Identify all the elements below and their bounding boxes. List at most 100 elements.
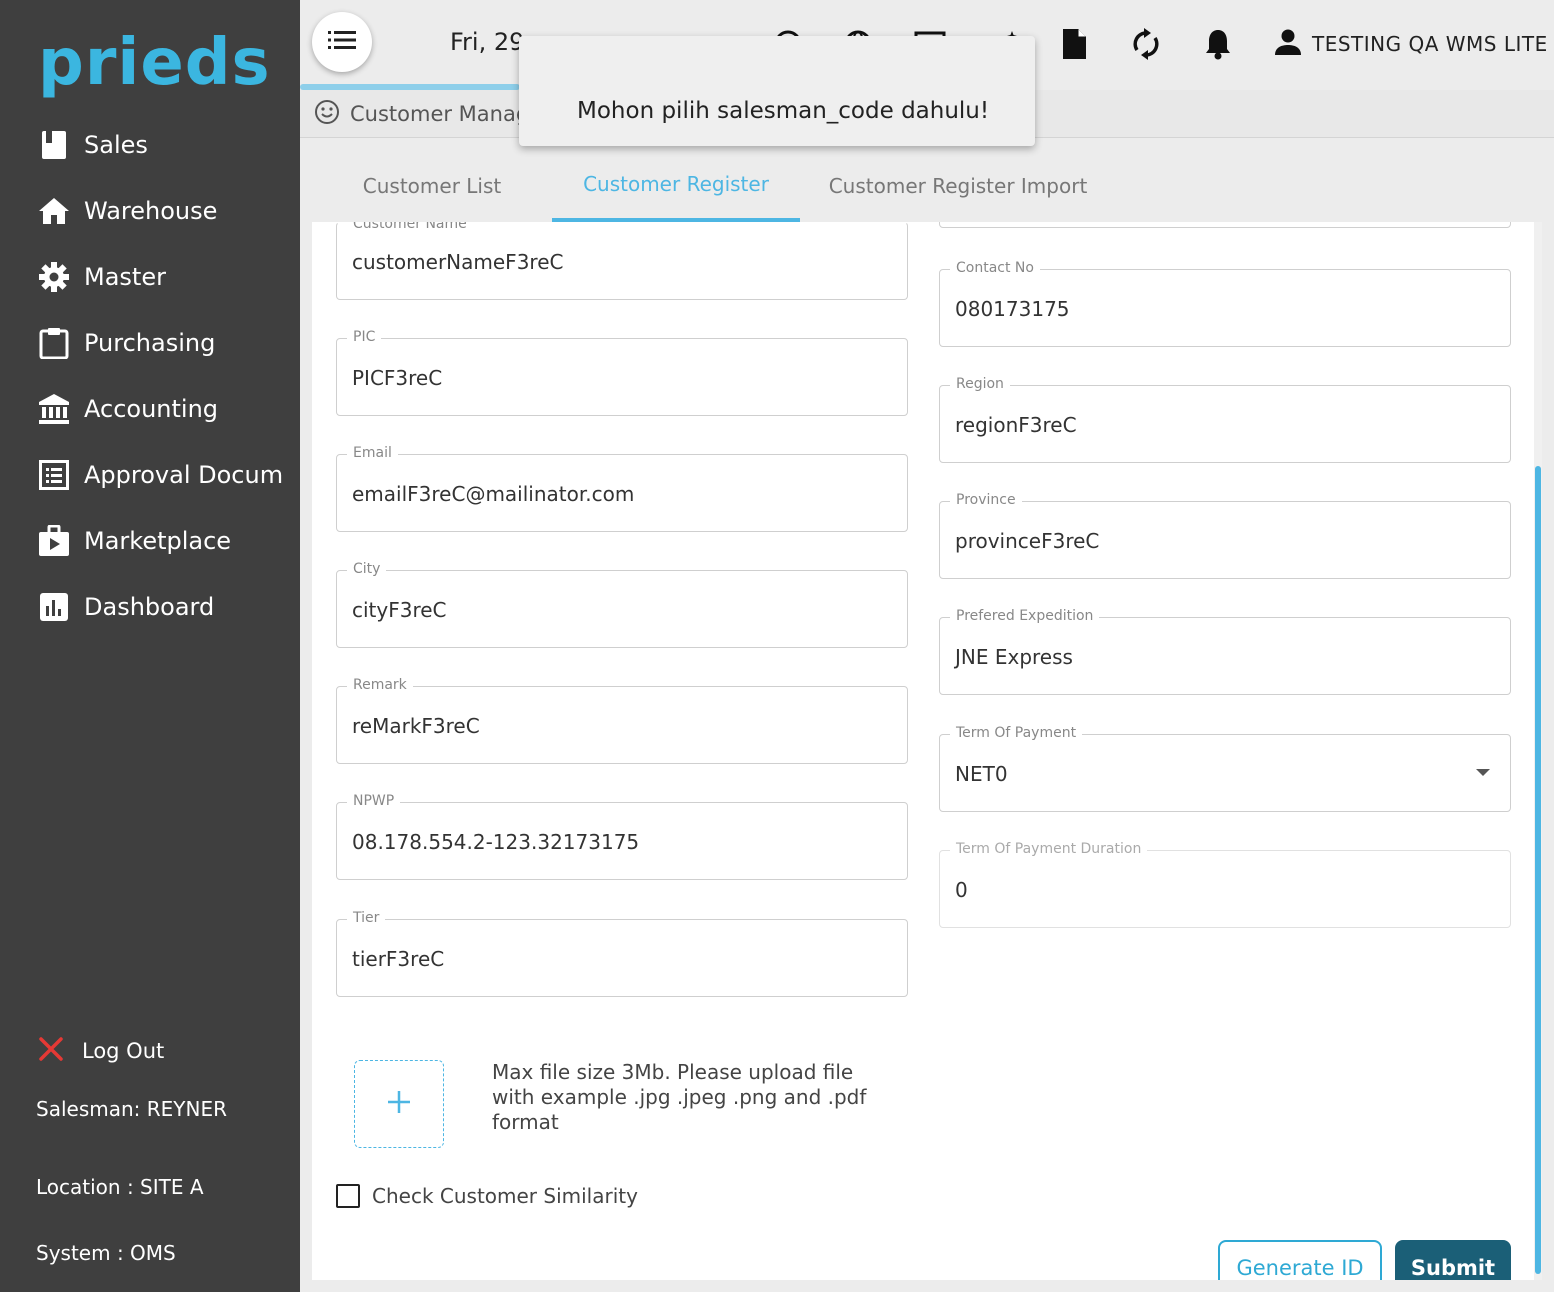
file-upload-button[interactable] — [354, 1060, 444, 1148]
field-value: 080173175 — [955, 297, 1070, 321]
document-icon[interactable] — [1056, 24, 1092, 64]
hidden-field-edge — [939, 222, 1511, 228]
menu-toggle-button[interactable] — [312, 12, 372, 72]
field-value: emailF3reC@mailinator.com — [352, 482, 635, 506]
bell-icon[interactable] — [1200, 24, 1236, 64]
field-label: Region — [950, 376, 1010, 392]
field-value: tierF3reC — [352, 947, 445, 971]
generate-id-button[interactable]: Generate ID — [1218, 1240, 1382, 1280]
field-label: Email — [347, 445, 398, 461]
term-of-payment-select[interactable]: Term Of Payment NET0 — [939, 725, 1511, 812]
field-value: reMarkF3reC — [352, 714, 480, 738]
user-icon — [1274, 28, 1302, 60]
field-label: Province — [950, 492, 1022, 508]
field-value: 08.178.554.2-123.32173175 — [352, 830, 640, 854]
field-value: customerNameF3reC — [352, 250, 564, 274]
checkbox-label: Check Customer Similarity — [372, 1184, 638, 1208]
sidebar-nav: Sales Warehouse Master Purchasing Accoun… — [0, 112, 300, 640]
sidebar-item-sales[interactable]: Sales — [0, 112, 300, 178]
prieds-logo[interactable]: prieds — [38, 22, 271, 104]
region-field[interactable]: Region regionF3reC — [939, 376, 1511, 463]
sidebar-item-purchasing[interactable]: Purchasing — [0, 310, 300, 376]
sidebar-item-label: Master — [84, 263, 166, 291]
field-value: 0 — [955, 878, 968, 902]
location-info: Location : SITE A — [36, 1175, 204, 1199]
sidebar-item-label: Marketplace — [84, 527, 232, 555]
chart-icon — [38, 591, 70, 623]
field-value: PICF3reC — [352, 366, 443, 390]
tab-bar: Customer List Customer Register Customer… — [312, 150, 1542, 222]
email-field[interactable]: Email emailF3reC@mailinator.com — [336, 445, 908, 532]
close-icon — [38, 1036, 64, 1066]
sidebar-item-accounting[interactable]: Accounting — [0, 376, 300, 442]
pic-field[interactable]: PIC PICF3reC — [336, 329, 908, 416]
toast-notification: Mohon pilih salesman_code dahulu! — [519, 36, 1035, 146]
tier-field[interactable]: Tier tierF3reC — [336, 910, 908, 997]
sidebar-item-label: Sales — [84, 131, 148, 159]
field-label: Contact No — [950, 260, 1040, 276]
field-value: provinceF3reC — [955, 529, 1100, 553]
field-value: regionF3reC — [955, 413, 1077, 437]
sync-icon[interactable] — [1128, 24, 1164, 64]
logout-button[interactable]: Log Out — [38, 1036, 164, 1066]
submit-button[interactable]: Submit — [1395, 1240, 1511, 1280]
tab-customer-list[interactable]: Customer List — [312, 150, 552, 222]
field-label: Remark — [347, 677, 413, 693]
check-customer-similarity-checkbox[interactable]: Check Customer Similarity — [336, 1184, 638, 1208]
tab-customer-register[interactable]: Customer Register — [552, 150, 800, 222]
sidebar-item-master[interactable]: Master — [0, 244, 300, 310]
field-value: cityF3reC — [352, 598, 447, 622]
play-bag-icon — [38, 525, 70, 557]
field-label: NPWP — [347, 793, 401, 809]
gear-icon — [38, 261, 70, 293]
prefered-expedition-field[interactable]: Prefered Expedition JNE Express — [939, 608, 1511, 695]
sidebar-item-label: Dashboard — [84, 593, 215, 621]
field-label: Prefered Expedition — [950, 608, 1100, 624]
customer-name-field[interactable]: Customer Name customerNameF3reC — [336, 222, 908, 300]
field-value: NET0 — [955, 762, 1008, 786]
field-label: PIC — [347, 329, 382, 345]
list-icon — [38, 459, 70, 491]
field-label: Customer Name — [347, 222, 473, 232]
sidebar-item-warehouse[interactable]: Warehouse — [0, 178, 300, 244]
logout-label: Log Out — [82, 1039, 165, 1063]
field-label: Tier — [347, 910, 386, 926]
logo-text: prieds — [38, 26, 271, 100]
remark-field[interactable]: Remark reMarkF3reC — [336, 677, 908, 764]
tab-customer-register-import[interactable]: Customer Register Import — [800, 150, 1116, 222]
breadcrumb-label: Customer Manage — [350, 101, 520, 126]
home-icon — [38, 195, 70, 227]
plus-icon — [386, 1089, 412, 1119]
sidebar-item-label: Purchasing — [84, 329, 216, 357]
dropdown-arrow-icon[interactable] — [1476, 769, 1490, 776]
sidebar-item-dashboard[interactable]: Dashboard — [0, 574, 300, 640]
user-menu[interactable]: TESTING QA WMS LITE — [1274, 28, 1548, 60]
field-label: Term Of Payment — [950, 725, 1083, 741]
sidebar: prieds Sales Warehouse Master Purchasing — [0, 0, 300, 1292]
field-label: Term Of Payment Duration — [950, 841, 1148, 857]
scrollbar-thumb[interactable] — [1535, 466, 1541, 1274]
npwp-field[interactable]: NPWP 08.178.554.2-123.32173175 — [336, 793, 908, 880]
system-info: System : OMS — [36, 1241, 176, 1265]
sidebar-item-label: Warehouse — [84, 197, 218, 225]
sidebar-item-label: Accounting — [84, 395, 219, 423]
field-label: City — [347, 561, 387, 577]
customer-register-form: Customer Name customerNameF3reC PIC PICF… — [312, 222, 1534, 1280]
salesman-info: Salesman: REYNER — [36, 1097, 227, 1121]
smile-icon — [314, 99, 340, 129]
sidebar-item-approval[interactable]: Approval Docum — [0, 442, 300, 508]
sidebar-item-label: Approval Docum — [84, 461, 284, 489]
sidebar-item-marketplace[interactable]: Marketplace — [0, 508, 300, 574]
user-name: TESTING QA WMS LITE — [1312, 32, 1548, 56]
term-of-payment-duration-field[interactable]: Term Of Payment Duration 0 — [939, 841, 1511, 928]
clipboard-icon — [38, 327, 70, 359]
province-field[interactable]: Province provinceF3reC — [939, 492, 1511, 579]
city-field[interactable]: City cityF3reC — [336, 561, 908, 648]
upload-note: Max file size 3Mb. Please upload file wi… — [492, 1060, 867, 1134]
contact-no-field[interactable]: Contact No 080173175 — [939, 260, 1511, 347]
field-value: JNE Express — [955, 645, 1073, 669]
bank-icon — [38, 393, 70, 425]
checkbox-box[interactable] — [336, 1184, 360, 1208]
toast-message: Mohon pilih salesman_code dahulu! — [577, 98, 990, 124]
book-icon — [38, 129, 70, 161]
